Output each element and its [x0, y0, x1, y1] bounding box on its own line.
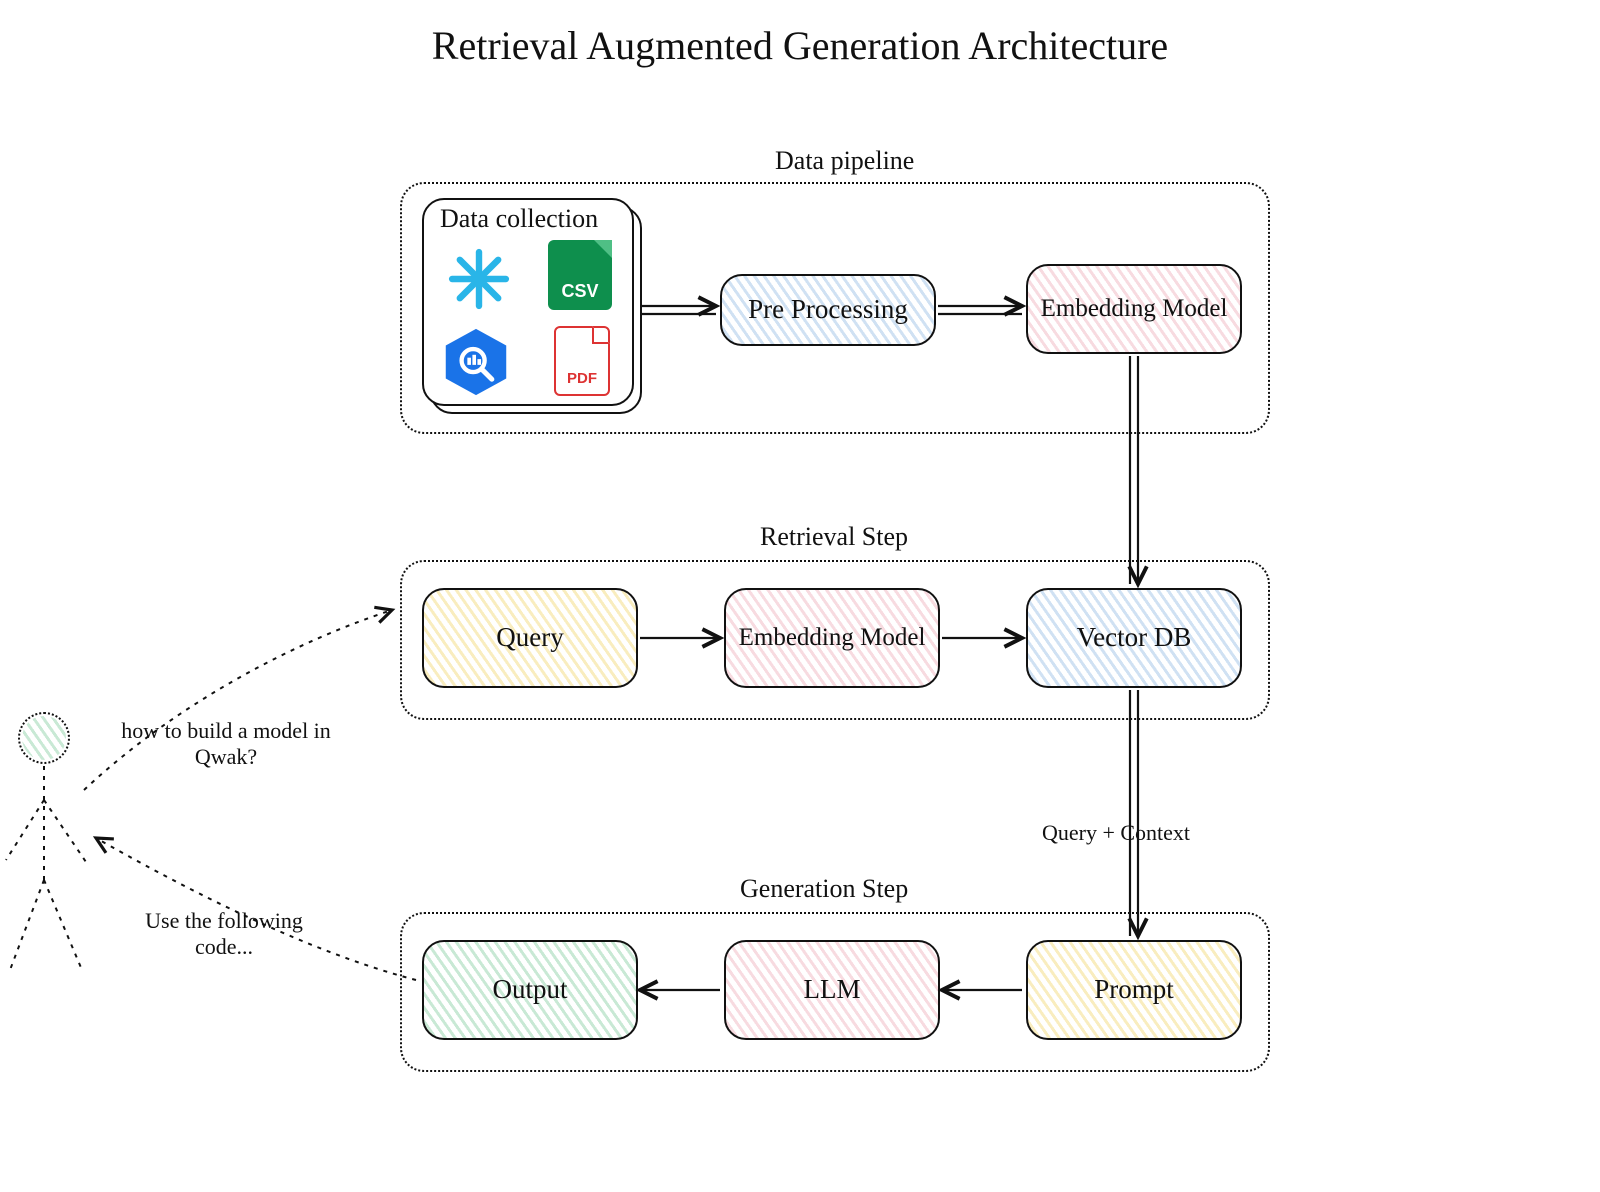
node-query: Query	[422, 588, 638, 688]
bigquery-icon	[440, 326, 512, 398]
data-collection-title: Data collection	[440, 204, 598, 234]
user-icon	[18, 712, 70, 764]
section-label-retrieval-step: Retrieval Step	[760, 522, 908, 552]
node-prompt: Prompt	[1026, 940, 1242, 1040]
annotation-user-question: how to build a model in Qwak?	[116, 718, 336, 771]
node-output: Output	[422, 940, 638, 1040]
node-llm: LLM	[724, 940, 940, 1040]
annotation-assistant-answer: Use the following code...	[124, 908, 324, 961]
node-label: LLM	[804, 974, 861, 1005]
node-embedding-model-1: Embedding Model	[1026, 264, 1242, 354]
node-label: Query	[496, 622, 563, 653]
node-label: Output	[492, 974, 567, 1005]
csv-label: CSV	[561, 282, 598, 300]
node-label: Embedding Model	[739, 624, 926, 653]
section-label-data-pipeline: Data pipeline	[775, 146, 914, 176]
pdf-label: PDF	[567, 371, 597, 386]
node-label: Vector DB	[1077, 622, 1192, 653]
node-pre-processing: Pre Processing	[720, 274, 936, 346]
section-label-generation-step: Generation Step	[740, 874, 908, 904]
node-vector-db: Vector DB	[1026, 588, 1242, 688]
csv-file-icon: CSV	[548, 240, 612, 310]
node-label: Prompt	[1094, 974, 1174, 1005]
node-label: Embedding Model	[1041, 295, 1228, 324]
annotation-query-plus-context: Query + Context	[1042, 820, 1262, 846]
node-label: Pre Processing	[748, 294, 908, 325]
node-embedding-model-2: Embedding Model	[724, 588, 940, 688]
diagram-title: Retrieval Augmented Generation Architect…	[0, 22, 1600, 69]
snowflake-icon	[444, 244, 514, 314]
pdf-file-icon: PDF	[554, 326, 610, 396]
